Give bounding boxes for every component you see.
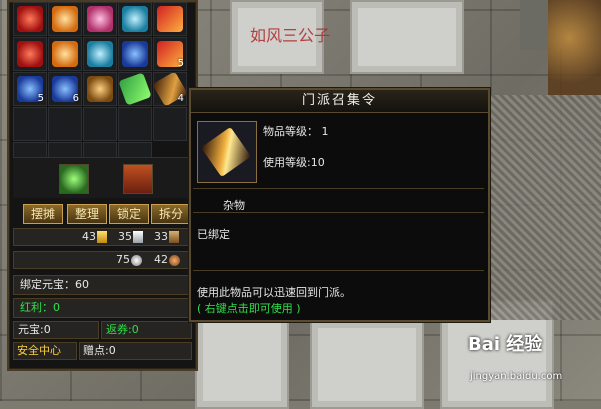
red-gem-icon [157,6,183,32]
use-hint: ( 右键点击即可使用 ) [197,302,301,315]
inventory-panel: 5564 摆摊 整理 锁定 拆分 43 35 33 75 42 绑定元宝：60 … [7,0,198,371]
split-button[interactable]: 拆分 [151,204,191,224]
inventory-slot[interactable]: 4 [153,72,187,106]
book-count: 33 [154,230,168,243]
money-bag-icon[interactable] [59,164,89,194]
safety-center-link[interactable]: 安全中心 [13,342,77,360]
baidu-jingyan-logo: Bai 经验 [468,334,543,355]
tooltip-divider [193,270,484,271]
use-level: 使用等级:10 [263,156,325,169]
item-description: 使用此物品可以迅速回到门派。 [197,286,351,299]
baidu-jingyan-url: jingyan.baidu.com [470,371,563,382]
inventory-slot[interactable] [153,107,187,141]
rosy-pearls-icon [87,6,113,32]
tooltip-divider [193,212,484,213]
blue-pearls-icon [122,41,148,67]
silver-coin-count: 75 [116,253,130,266]
silver-ingot-count: 35 [118,230,132,243]
treasure-chest-icon[interactable] [123,164,153,194]
currency-row-ingots: 43 35 33 [13,228,192,246]
stall-button[interactable]: 摆摊 [23,204,63,224]
inventory-slot[interactable] [13,37,47,71]
currency-row-coins: 75 42 [13,251,192,269]
rebate-row: 返券:0 [101,321,192,339]
carved-stone-border [486,95,601,320]
yuanbao-row: 元宝:0 [13,321,99,339]
tooltip-title: 门派召集令 [191,90,488,113]
bound-yuanbao-row: 绑定元宝：60 [13,275,192,295]
sort-button[interactable]: 整理 [67,204,107,224]
orange-orb-icon [52,6,78,32]
silver-coin-icon [131,254,142,266]
inventory-slot[interactable] [153,2,187,36]
inventory-slot[interactable]: 5 [13,72,47,106]
inventory-slot[interactable] [13,2,47,36]
gold-ingot-count: 43 [82,230,96,243]
copper-coin-icon [169,254,180,266]
cyan-gems-icon [122,6,148,32]
gold-ingot-icon [97,231,107,243]
item-tooltip: 门派召集令 物品等级： 1 使用等级:10 杂物 已绑定 使用此物品可以迅速回到… [189,88,490,322]
special-slot-row [13,157,192,198]
floor-tile [195,310,289,409]
inventory-slot[interactable] [48,107,82,141]
inventory-slot[interactable] [118,107,152,141]
bonus-row: 红利：0 [13,298,192,318]
inventory-slot[interactable] [118,72,152,106]
coffin-token-icon [200,126,252,178]
author-watermark: 如风三公子 [250,26,331,45]
inventory-slot[interactable] [48,37,82,71]
inventory-button-row: 摆摊 整理 锁定 拆分 [13,202,192,224]
copper-coin-count: 42 [154,253,168,266]
inventory-slot[interactable] [118,2,152,36]
gift-points-row: 赠点:0 [79,342,192,360]
item-category: 杂物 [223,199,245,212]
inventory-slot[interactable] [48,2,82,36]
inventory-slot[interactable] [13,107,47,141]
red-crystal-icon [17,6,43,32]
item-level: 物品等级： 1 [263,125,329,138]
tooltip-divider [193,188,484,189]
floor-tile [310,320,424,409]
inventory-slot[interactable]: 5 [153,37,187,71]
inventory-grid: 5 5 6 4 [13,2,187,176]
stack-count: 5 [37,93,44,104]
inventory-slot[interactable] [83,37,117,71]
floor-tile [350,0,464,74]
tooltip-item-frame [197,121,257,183]
inventory-slot[interactable] [83,72,117,106]
red-flower-icon [17,41,43,67]
inventory-slot[interactable] [83,107,117,141]
dragon-statue [548,0,601,95]
stack-count: 5 [177,58,184,69]
book-icon [169,231,179,243]
cyan-orb-icon [87,41,113,67]
inventory-slot[interactable] [118,37,152,71]
bound-status: 已绑定 [197,228,230,241]
gold-pot-icon [87,76,113,102]
orange-pearls-icon [52,41,78,67]
lock-button[interactable]: 锁定 [109,204,149,224]
stack-count: 4 [177,93,184,104]
green-talisman-icon [119,73,151,105]
inventory-slot[interactable]: 6 [48,72,82,106]
silver-ingot-icon [133,231,143,243]
stack-count: 6 [72,93,79,104]
inventory-slot[interactable] [83,2,117,36]
